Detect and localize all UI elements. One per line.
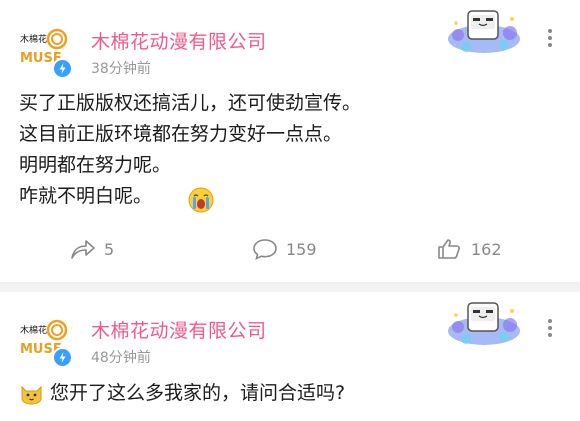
comment-bubble-icon <box>253 239 277 260</box>
tv-mascot-decoration <box>446 5 522 57</box>
post-time: 38分钟前 <box>91 61 151 77</box>
post-card: 木棉花 MUSE 木棉花动漫有限公司 48分钟前 您开了这么多我家的，请问合适吗… <box>0 292 580 421</box>
share-button[interactable]: 5 <box>70 234 114 264</box>
logo-text-top: 木棉花 <box>20 33 47 45</box>
share-arrow-icon <box>71 240 95 259</box>
verified-badge-icon <box>52 347 73 368</box>
cat-emoji-icon <box>19 381 44 406</box>
post-time: 48分钟前 <box>91 350 151 366</box>
share-count: 5 <box>104 239 115 259</box>
comment-button[interactable]: 159 <box>252 234 317 264</box>
author-name[interactable]: 木棉花动漫有限公司 <box>91 316 267 343</box>
tv-mascot-decoration <box>446 297 522 349</box>
more-vertical-icon[interactable] <box>542 316 558 340</box>
logo-text-top: 木棉花 <box>20 324 47 336</box>
post-line: 您开了这么多我家的，请问合适吗? <box>50 382 346 404</box>
post-card: 木棉花 MUSE 木棉花动漫有限公司 38分钟前 买了正版版权还搞活儿，还可使劲… <box>0 0 580 282</box>
more-vertical-icon[interactable] <box>542 26 558 50</box>
post-line: 买了正版版权还搞活儿，还可使劲宣传。 <box>19 92 362 114</box>
crying-emoji-icon <box>188 187 214 213</box>
post-line: 明明都在努力呢。 <box>19 154 172 176</box>
post-content: 您开了这么多我家的，请问合适吗? <box>50 378 345 409</box>
post-separator <box>0 282 580 292</box>
like-button[interactable]: 162 <box>437 234 502 264</box>
thumbs-up-icon <box>438 239 460 259</box>
verified-badge-icon <box>52 58 73 79</box>
comment-count: 159 <box>286 239 317 259</box>
author-name[interactable]: 木棉花动漫有限公司 <box>91 27 267 54</box>
post-line: 这目前正版环境都在努力变好一点点。 <box>19 123 343 145</box>
like-count: 162 <box>471 239 502 259</box>
